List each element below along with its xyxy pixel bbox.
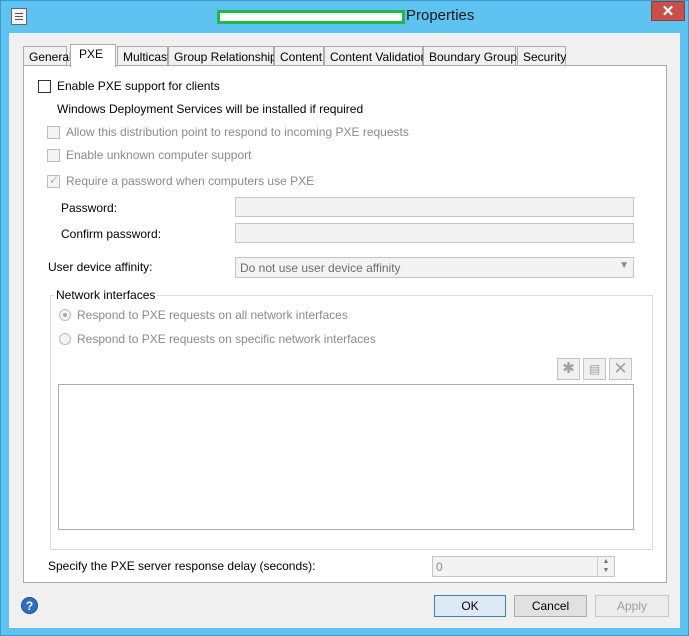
require-password-checkbox[interactable]: ✓ <box>47 173 60 188</box>
unknown-computer-label: Enable unknown computer support <box>66 148 252 162</box>
enable-pxe-label: Enable PXE support for clients <box>57 79 220 93</box>
apply-button[interactable]: Apply <box>595 595 669 617</box>
user-affinity-label: User device affinity: <box>48 260 153 274</box>
tab-security[interactable]: Security <box>517 46 566 66</box>
ok-button[interactable]: OK <box>434 595 506 617</box>
tab-group-relationships[interactable]: Group Relationships <box>168 46 283 66</box>
tab-general[interactable]: General <box>23 46 72 66</box>
radio-selected-dot <box>63 313 67 317</box>
respond-specific-radio[interactable] <box>59 333 71 345</box>
spinner-buttons[interactable]: ▲ ▼ <box>597 557 614 576</box>
delay-value: 0 <box>436 560 443 574</box>
password-field[interactable] <box>235 197 634 217</box>
delete-icon[interactable]: ✕ <box>609 358 632 380</box>
tab-content[interactable]: Content <box>274 46 324 66</box>
cancel-button[interactable]: Cancel <box>514 595 587 617</box>
redacted-name <box>217 10 405 24</box>
close-button[interactable]: ✕ <box>651 1 685 21</box>
window-title: Properties <box>406 7 475 24</box>
respond-all-label: Respond to PXE requests on all network i… <box>77 308 348 322</box>
confirm-password-field[interactable] <box>235 223 634 243</box>
enable-pxe-checkbox[interactable] <box>38 80 51 93</box>
title-bar: Properties ✕ <box>1 1 688 33</box>
dialog-body: General PXE Multicast Group Relationship… <box>9 33 680 628</box>
require-password-label: Require a password when computers use PX… <box>66 174 315 188</box>
new-icon[interactable]: ✱ <box>557 358 580 380</box>
tab-boundary-groups[interactable]: Boundary Groups <box>423 46 523 66</box>
delay-spinner[interactable]: 0 ▲ ▼ <box>432 556 615 577</box>
allow-respond-label: Allow this distribution point to respond… <box>66 125 409 139</box>
tab-content-validation[interactable]: Content Validation <box>324 46 427 66</box>
delay-label: Specify the PXE server response delay (s… <box>48 559 316 573</box>
pxe-tab-panel: Enable PXE support for clients Windows D… <box>23 65 667 583</box>
unknown-computer-checkbox[interactable] <box>47 149 60 162</box>
checkmark-icon: ✓ <box>49 173 60 187</box>
password-label: Password: <box>61 201 118 215</box>
user-affinity-dropdown[interactable]: Do not use user device affinity ▼ <box>235 257 634 278</box>
properties-window: Properties ✕ General PXE Multicast Group… <box>0 0 689 636</box>
tab-pxe[interactable]: PXE <box>70 44 116 67</box>
respond-all-radio[interactable] <box>59 309 71 321</box>
chevron-down-icon: ▼ <box>619 260 629 271</box>
network-interfaces-title: Network interfaces <box>54 288 158 302</box>
network-interfaces-list[interactable] <box>58 384 634 530</box>
respond-specific-label: Respond to PXE requests on specific netw… <box>77 332 376 346</box>
tab-multicast[interactable]: Multicast <box>117 46 170 66</box>
wds-note: Windows Deployment Services will be inst… <box>57 102 364 116</box>
spin-down-icon[interactable]: ▼ <box>598 566 614 575</box>
spin-up-icon[interactable]: ▲ <box>598 557 614 566</box>
user-affinity-value: Do not use user device affinity <box>240 261 401 275</box>
document-icon <box>11 8 27 25</box>
allow-respond-checkbox[interactable] <box>47 126 60 139</box>
confirm-password-label: Confirm password: <box>61 227 162 241</box>
properties-icon[interactable]: ▤ <box>583 358 606 380</box>
help-icon[interactable]: ? <box>21 597 38 614</box>
